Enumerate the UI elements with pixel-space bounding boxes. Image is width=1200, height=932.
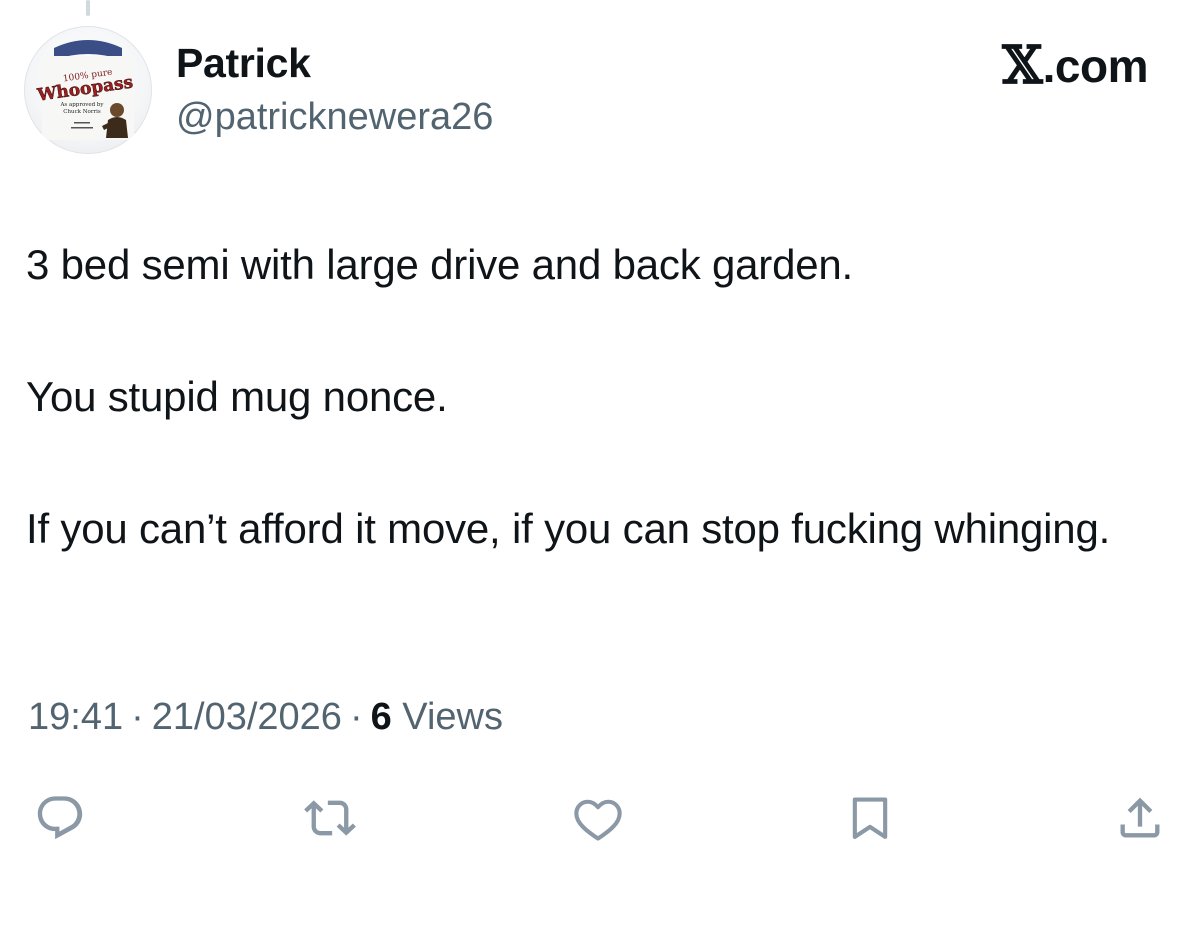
retweet-button[interactable]	[302, 790, 358, 846]
heart-icon	[574, 799, 622, 841]
retweet-icon	[304, 800, 356, 836]
tweet-paragraph: You stupid mug nonce.	[26, 373, 448, 420]
tweet-screenshot: 100% pure Whoopass As approved by Chuck …	[0, 0, 1200, 932]
whoopass-can-avatar-icon: 100% pure Whoopass As approved by Chuck …	[35, 40, 135, 140]
avatar-text-sub: As approved by	[59, 102, 104, 108]
brand-domain: .com	[1042, 40, 1149, 92]
meta-separator: ·	[131, 696, 144, 738]
tweet-text: 3 bed semi with large drive and back gar…	[26, 232, 1166, 562]
bookmark-button[interactable]	[842, 790, 898, 846]
reply-icon	[37, 796, 83, 840]
reply-button[interactable]	[32, 790, 88, 846]
tweet-meta: 19:41 · 21/03/2026 · 6 Views	[28, 696, 503, 739]
share-button[interactable]	[1112, 790, 1168, 846]
author-display-name[interactable]: Patrick	[176, 40, 311, 87]
author-handle[interactable]: @patricknewera26	[176, 96, 493, 139]
thread-connector-line	[86, 0, 90, 16]
tweet-paragraph: 3 bed semi with large drive and back gar…	[26, 241, 854, 288]
avatar-text-sub2: Chuck Norris	[63, 109, 101, 115]
tweet-paragraph: If you can’t afford it move, if you can …	[26, 505, 1111, 552]
views-label[interactable]: Views	[402, 696, 503, 738]
meta-separator: ·	[349, 696, 363, 738]
share-icon	[1120, 797, 1160, 838]
avatar[interactable]: 100% pure Whoopass As approved by Chuck …	[24, 26, 152, 154]
like-button[interactable]	[570, 790, 626, 846]
x-logo-icon: 𝕏	[1002, 35, 1043, 96]
tweet-actions	[0, 790, 1200, 850]
views-count[interactable]: 6	[371, 696, 392, 738]
tweet-time[interactable]: 19:41	[28, 696, 123, 738]
bookmark-icon	[852, 797, 888, 839]
x-com-brand: 𝕏 .com	[1002, 35, 1149, 96]
tweet-date[interactable]: 21/03/2026	[152, 696, 342, 738]
